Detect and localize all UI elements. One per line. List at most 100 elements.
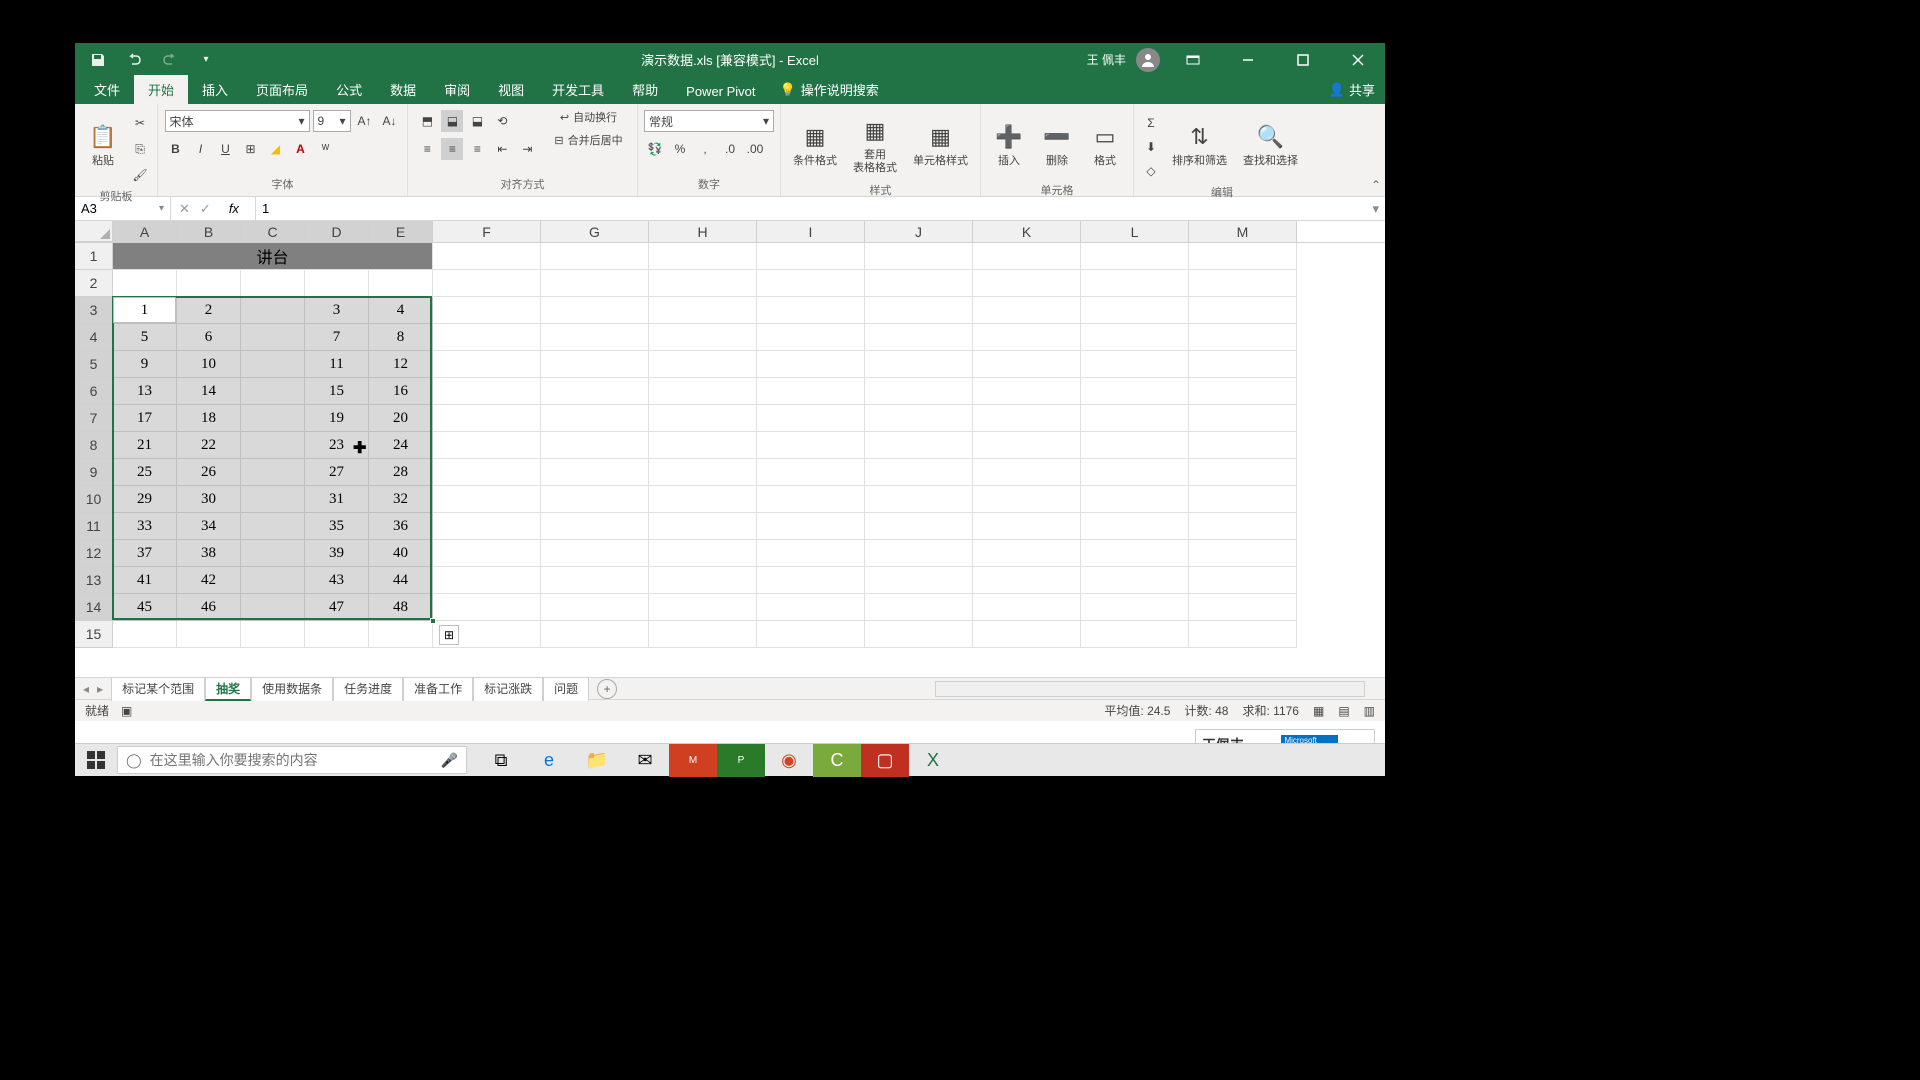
cell[interactable] xyxy=(1189,432,1297,459)
cell[interactable] xyxy=(649,459,757,486)
cell[interactable]: 11 xyxy=(305,351,369,378)
cell[interactable] xyxy=(541,243,649,270)
orientation-icon[interactable]: ⟲ xyxy=(491,110,513,132)
cell[interactable] xyxy=(433,378,541,405)
cell[interactable] xyxy=(649,567,757,594)
cell[interactable] xyxy=(541,513,649,540)
row-header[interactable]: 5 xyxy=(75,351,113,378)
add-sheet-button[interactable]: + xyxy=(597,679,617,699)
cell[interactable]: 27 xyxy=(305,459,369,486)
cell[interactable] xyxy=(541,459,649,486)
cell[interactable]: 7 xyxy=(305,324,369,351)
column-header[interactable]: C xyxy=(241,221,305,242)
cell[interactable] xyxy=(433,432,541,459)
cell[interactable] xyxy=(241,567,305,594)
cell[interactable] xyxy=(757,567,865,594)
column-header[interactable]: F xyxy=(433,221,541,242)
conditional-formatting-button[interactable]: ▦条件格式 xyxy=(787,110,843,180)
cell[interactable] xyxy=(649,513,757,540)
cell[interactable]: 47 xyxy=(305,594,369,621)
cell[interactable] xyxy=(649,540,757,567)
font-name-select[interactable]: 宋体▾ xyxy=(165,110,310,132)
redo-icon[interactable] xyxy=(161,51,179,69)
align-bottom-icon[interactable]: ⬓ xyxy=(466,110,488,132)
maximize-icon[interactable] xyxy=(1280,43,1325,76)
cell[interactable] xyxy=(113,270,177,297)
cell[interactable]: 2 xyxy=(177,297,241,324)
tell-me-search[interactable]: 💡 操作说明搜索 xyxy=(770,75,889,104)
tab-layout[interactable]: 页面布局 xyxy=(242,75,322,104)
cell[interactable]: 34 xyxy=(177,513,241,540)
cell[interactable] xyxy=(757,459,865,486)
excel-taskbar-icon[interactable]: X xyxy=(909,744,957,777)
cell[interactable] xyxy=(241,405,305,432)
cell[interactable] xyxy=(1081,513,1189,540)
cell[interactable] xyxy=(433,594,541,621)
cell[interactable]: 20 xyxy=(369,405,433,432)
cell[interactable]: 25 xyxy=(113,459,177,486)
cell[interactable] xyxy=(649,405,757,432)
row-header[interactable]: 8 xyxy=(75,432,113,459)
cell[interactable] xyxy=(1189,243,1297,270)
column-header[interactable]: E xyxy=(369,221,433,242)
cell[interactable] xyxy=(865,594,973,621)
cell[interactable] xyxy=(649,378,757,405)
cell[interactable] xyxy=(757,297,865,324)
comma-icon[interactable]: , xyxy=(694,138,716,160)
cell[interactable] xyxy=(433,243,541,270)
copy-icon[interactable]: ⎘ xyxy=(129,138,151,160)
tab-home[interactable]: 开始 xyxy=(134,75,188,104)
cell[interactable]: 35 xyxy=(305,513,369,540)
mic-icon[interactable]: 🎤 xyxy=(441,752,458,769)
cell[interactable] xyxy=(1189,405,1297,432)
cell[interactable] xyxy=(433,567,541,594)
cell[interactable]: 40 xyxy=(369,540,433,567)
cell[interactable] xyxy=(541,405,649,432)
cell[interactable] xyxy=(177,621,241,648)
cell[interactable]: 46 xyxy=(177,594,241,621)
sort-filter-button[interactable]: ⇅排序和筛选 xyxy=(1166,110,1233,180)
cell[interactable] xyxy=(241,432,305,459)
cell[interactable]: 6 xyxy=(177,324,241,351)
cell[interactable] xyxy=(973,486,1081,513)
sheet-tab[interactable]: 抽奖 xyxy=(205,677,251,701)
sheet-nav-first-icon[interactable]: ◂ xyxy=(83,682,89,696)
qat-dropdown-icon[interactable]: ▾ xyxy=(197,51,215,69)
cell[interactable]: 16 xyxy=(369,378,433,405)
cell[interactable] xyxy=(241,297,305,324)
cell[interactable]: 15 xyxy=(305,378,369,405)
cell[interactable] xyxy=(433,540,541,567)
cell[interactable] xyxy=(1081,297,1189,324)
cell[interactable] xyxy=(649,297,757,324)
align-top-icon[interactable]: ⬒ xyxy=(416,110,438,132)
horizontal-scrollbar[interactable] xyxy=(935,681,1365,697)
cell[interactable] xyxy=(865,243,973,270)
tab-help[interactable]: 帮助 xyxy=(618,75,672,104)
minimize-icon[interactable] xyxy=(1225,43,1270,76)
row-header[interactable]: 10 xyxy=(75,486,113,513)
cell[interactable] xyxy=(241,594,305,621)
cells-format-button[interactable]: ▭格式 xyxy=(1083,110,1127,180)
cell[interactable] xyxy=(541,351,649,378)
cell[interactable] xyxy=(649,432,757,459)
cell[interactable] xyxy=(1189,621,1297,648)
sheet-tab[interactable]: 标记某个范围 xyxy=(111,677,205,701)
cell[interactable] xyxy=(541,486,649,513)
cell[interactable]: 48 xyxy=(369,594,433,621)
cell[interactable] xyxy=(541,594,649,621)
cell[interactable]: 19 xyxy=(305,405,369,432)
fill-handle-icon[interactable] xyxy=(430,618,436,624)
percent-icon[interactable]: % xyxy=(669,138,691,160)
border-icon[interactable]: ⊞ xyxy=(240,138,262,160)
cell[interactable] xyxy=(113,621,177,648)
cell[interactable] xyxy=(973,594,1081,621)
cell[interactable]: 1 xyxy=(113,297,177,324)
start-button[interactable] xyxy=(75,744,117,776)
account-avatar-icon[interactable] xyxy=(1136,48,1160,72)
cell[interactable] xyxy=(1081,594,1189,621)
cell[interactable] xyxy=(973,621,1081,648)
cell[interactable] xyxy=(433,486,541,513)
align-left-icon[interactable]: ≡ xyxy=(416,138,438,160)
cell[interactable]: 21 xyxy=(113,432,177,459)
cell[interactable] xyxy=(1081,459,1189,486)
